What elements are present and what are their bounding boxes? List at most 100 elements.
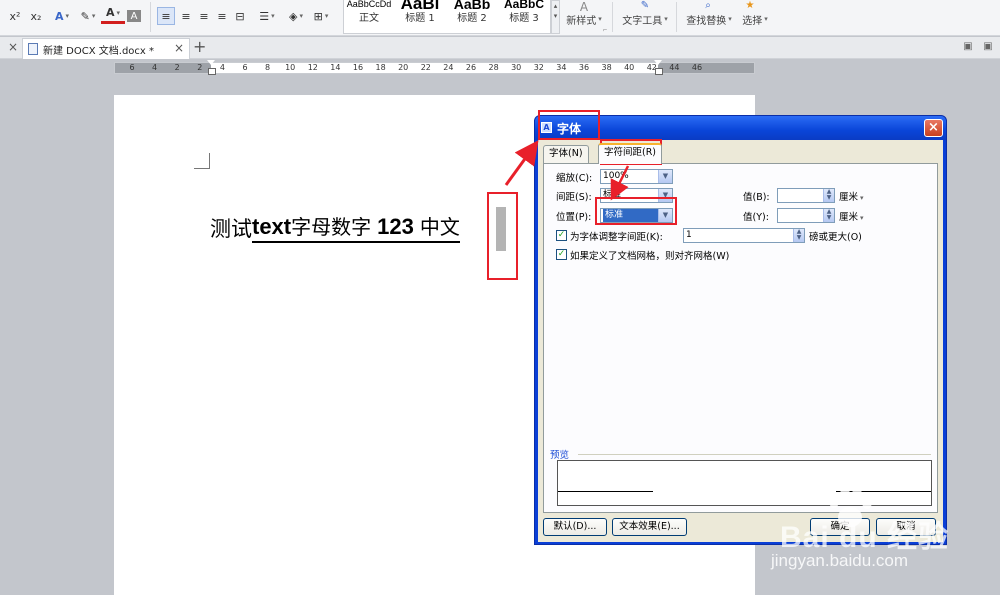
align-left-icon[interactable]: ≡: [157, 7, 175, 25]
kerning-checkbox[interactable]: ✓: [556, 230, 567, 241]
ruler-tick-label: 22: [420, 63, 431, 72]
preview-line-left: [558, 491, 653, 492]
style-label: 标题 3: [509, 13, 539, 24]
position-unit-select[interactable]: 厘米: [839, 209, 864, 223]
tab-font[interactable]: 字体(N): [543, 145, 589, 163]
style-normal[interactable]: AaBbCcDd 正文: [344, 0, 394, 33]
align-center-icon[interactable]: ≡: [178, 4, 194, 28]
ruler-tick-label: 6: [242, 63, 248, 72]
document-tab-title: 新建 DOCX 文档.docx *: [43, 46, 155, 57]
document-text-line[interactable]: 测试 text 字母数字 123 中文: [210, 211, 460, 243]
line-spacing-icon[interactable]: ☰: [255, 4, 279, 28]
ruler-tick-label: 36: [578, 63, 590, 72]
subscript-button[interactable]: x₂: [26, 4, 46, 28]
dialog-launcher-icon[interactable]: ⌐: [601, 26, 609, 34]
default-button[interactable]: 默认(D)...: [543, 518, 607, 536]
right-indent-marker[interactable]: [654, 60, 663, 75]
preview-divider: [578, 454, 931, 455]
highlight-icon[interactable]: ✎: [76, 4, 100, 28]
spacing-unit-select[interactable]: 厘米: [839, 189, 864, 203]
distribute-icon[interactable]: ⊟: [232, 4, 248, 28]
shading-bucket-icon[interactable]: ◈: [284, 4, 308, 28]
style-gallery-scroll[interactable]: ▴ ▾: [551, 0, 560, 34]
justify-icon[interactable]: ≡: [214, 4, 230, 28]
style-preview: AaBl: [400, 0, 440, 13]
kerning-input[interactable]: 1 ▲ ▼: [683, 228, 805, 243]
ruler-tick-label: 44: [669, 63, 680, 72]
ruler-tick-label: 8: [265, 63, 271, 72]
snap-grid-label: 如果定义了文档网格，则对齐网格(W): [570, 251, 730, 262]
ruler-tick-label: 24: [443, 63, 454, 72]
margin-corner-mark: [194, 153, 210, 169]
ruler-tick-label: 10: [285, 63, 296, 72]
tab-char-spacing[interactable]: 字符间距(R): [598, 143, 663, 164]
ribbon-divider: [612, 2, 613, 32]
annotation-box-title: [538, 110, 600, 140]
new-style-button[interactable]: 新样式: [562, 12, 606, 27]
select-button[interactable]: 选择: [738, 12, 772, 27]
spinner-icon[interactable]: ▲ ▼: [793, 229, 804, 242]
ruler-tick-label: 28: [488, 63, 499, 72]
ruler-tick-label: 38: [601, 63, 612, 72]
text-tools-button[interactable]: 文字工具: [618, 12, 672, 27]
preview-label: 预览: [550, 450, 570, 461]
doc-text-en: text: [252, 214, 292, 239]
ruler-tick-label: 46: [691, 63, 703, 72]
char-shading-button[interactable]: A: [127, 10, 141, 22]
position-label: 位置(P):: [556, 212, 592, 223]
style-gallery[interactable]: AaBbCcDd 正文 AaBl 标题 1 AaBb 标题 2 AaBbC 标题…: [343, 0, 551, 34]
font-color-button[interactable]: A: [101, 4, 125, 24]
kerning-label: 为字体调整字间距(K):: [570, 232, 663, 243]
spacing-label: 间距(S):: [556, 192, 592, 203]
text-effect-button[interactable]: A: [50, 4, 74, 28]
find-replace-button[interactable]: 查找替换: [682, 12, 736, 27]
indent-marker[interactable]: [207, 60, 216, 75]
border-icon[interactable]: ⊞: [309, 4, 333, 28]
ruler-tick-label: 2: [174, 63, 180, 72]
style-heading3[interactable]: AaBbC 标题 3: [498, 0, 550, 33]
text-effects-button[interactable]: 文本效果(E)...: [612, 518, 687, 536]
ribbon-divider: [676, 2, 677, 32]
horizontal-ruler[interactable]: 6 4 2 2 4 6 8 10 12 14 16 18 20 22 24 26 28 30 32 34 36 38 40 4…: [114, 60, 755, 75]
position-by-label: 值(Y):: [743, 212, 769, 223]
doc-text-number: 123: [377, 214, 414, 239]
close-icon[interactable]: ×: [8, 40, 18, 54]
spinner-icon[interactable]: ▲ ▼: [823, 209, 834, 222]
font-dialog: A 字体 × 字体(N) 字符间距(R) 缩放(C): 100% ▼ 间距(S)…: [534, 115, 947, 545]
style-heading2[interactable]: AaBb 标题 2: [446, 0, 498, 33]
new-tab-button[interactable]: +: [193, 37, 206, 56]
ruler-tick-label: 20: [398, 63, 409, 72]
style-label: 标题 2: [457, 13, 487, 24]
document-tab[interactable]: 新建 DOCX 文档.docx * ×: [22, 38, 190, 59]
ruler-tick-label: 14: [330, 63, 341, 72]
scale-select[interactable]: 100% ▼: [600, 169, 673, 184]
close-tab-icon[interactable]: ×: [174, 41, 184, 55]
ruler-tick-label: 34: [556, 63, 567, 72]
spinner-icon[interactable]: ▲ ▼: [823, 189, 834, 202]
ruler-tick-label: 6: [129, 63, 135, 72]
text-tools-icon: ✎: [640, 0, 650, 11]
doc-text-cn: 中文: [419, 215, 460, 239]
underlined-text: text 字母数字 123 中文: [252, 211, 460, 243]
document-tab-bar: × 新建 DOCX 文档.docx * × + ▣ ▣: [0, 37, 1000, 59]
align-right-icon[interactable]: ≡: [196, 4, 212, 28]
snap-grid-checkbox[interactable]: ✓: [556, 249, 567, 260]
position-by-input[interactable]: ▲ ▼: [777, 208, 835, 223]
style-label: 标题 1: [405, 13, 435, 24]
spacing-by-input[interactable]: ▲ ▼: [777, 188, 835, 203]
style-heading1[interactable]: AaBl 标题 1: [394, 0, 446, 33]
style-label: 正文: [359, 13, 379, 24]
kerning-value: 1: [686, 230, 692, 240]
close-icon[interactable]: ×: [924, 119, 943, 137]
scale-label: 缩放(C):: [556, 173, 593, 184]
style-preview: AaBbCcDd: [346, 0, 392, 9]
find-replace-icon: ⌕: [705, 0, 711, 11]
ruler-tick-label: 18: [375, 63, 386, 72]
chevron-down-icon[interactable]: ▼: [658, 170, 672, 183]
style-preview: AaBb: [453, 0, 491, 12]
tab-menu-icon[interactable]: ▣: [982, 41, 994, 53]
superscript-button[interactable]: x²: [4, 4, 26, 28]
tab-list-icon[interactable]: ▣: [962, 41, 974, 53]
watermark-url: jingyan.baidu.com: [771, 551, 909, 570]
ribbon-divider: [150, 2, 151, 32]
